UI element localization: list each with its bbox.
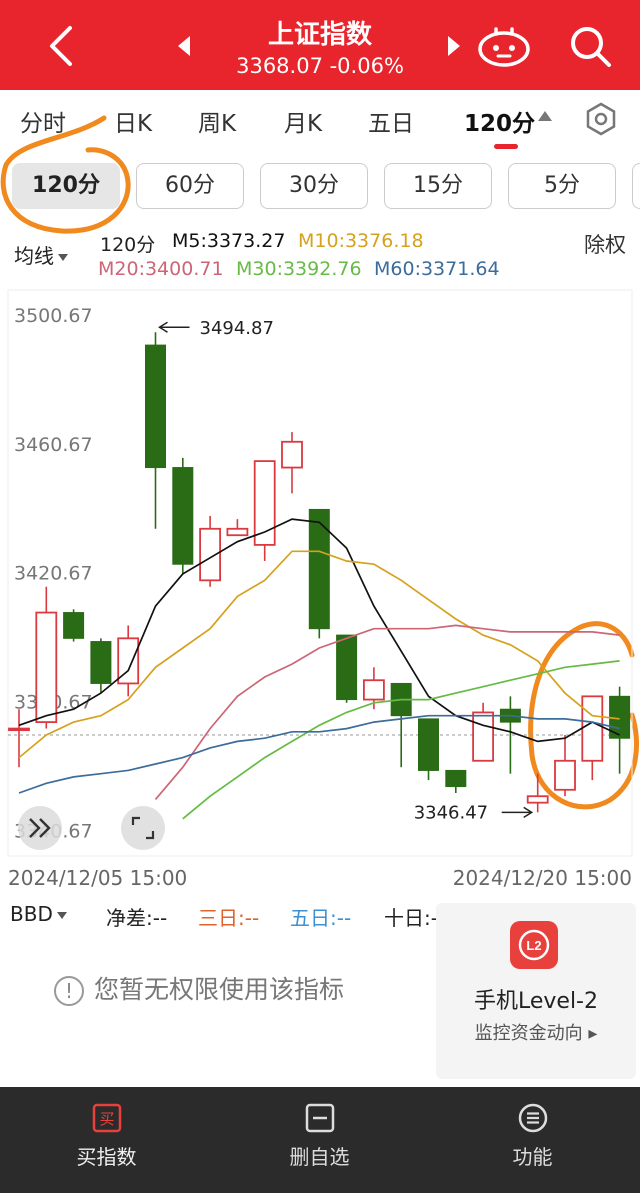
ma-line-m60 <box>18 714 620 794</box>
page-title: 上证指数 <box>267 20 372 50</box>
bbd-selector-button[interactable]: BBD <box>10 902 67 926</box>
info-icon: ! <box>54 976 84 1006</box>
candle-down <box>90 641 112 684</box>
level2-logo-icon: L2 <box>510 921 558 969</box>
y-tick-label: 3460.67 <box>14 434 93 456</box>
kline-chart[interactable]: 3500.673460.673420.673380.673340.673494.… <box>0 286 640 861</box>
candle-up <box>554 759 576 791</box>
ma-selector-button[interactable]: 均线 <box>14 240 68 269</box>
subperiod-more[interactable] <box>632 163 640 209</box>
candle-down <box>418 718 439 771</box>
legend-m30: M30:3392.76 <box>236 258 362 280</box>
menu-icon <box>518 1103 548 1133</box>
legend-m10: M10:3376.18 <box>298 230 424 252</box>
nav-functions[interactable]: 功能 <box>426 1087 639 1193</box>
nav-remove-watchlist-label: 删自选 <box>289 1145 350 1169</box>
tab-monthly-k[interactable]: 月K <box>284 104 322 138</box>
bbd-three-day: 三日:-- <box>198 906 260 930</box>
subperiod-15min[interactable]: 15分 <box>384 163 492 209</box>
bottom-nav: 买 买指数 删自选 功能 <box>0 1087 640 1193</box>
candle-down <box>445 769 467 788</box>
ex-rights-button[interactable]: 除权 <box>584 229 626 259</box>
svg-text:买: 买 <box>99 1110 114 1128</box>
subperiod-30min[interactable]: 30分 <box>260 163 368 209</box>
nav-buy-index[interactable]: 买 买指数 <box>0 1087 213 1193</box>
level2-promo-card[interactable]: L2 手机Level-2 监控资金动向 ▸ <box>436 903 636 1079</box>
legend-m60: M60:3371.64 <box>374 258 500 280</box>
subperiod-60min[interactable]: 60分 <box>136 163 244 209</box>
candle-down <box>145 344 166 469</box>
fullscreen-icon[interactable] <box>121 806 165 850</box>
candle-up <box>35 611 58 724</box>
candle-up <box>581 695 604 762</box>
search-icon[interactable] <box>566 22 614 70</box>
dropdown-icon <box>56 912 67 919</box>
remove-watchlist-icon <box>305 1103 335 1133</box>
legend-period: 120分 <box>100 234 156 256</box>
candle-down <box>336 634 358 701</box>
ma-line-m20 <box>154 624 620 800</box>
y-tick-label: 3420.67 <box>14 563 93 585</box>
x-axis-start-label: 2024/12/05 15:00 <box>8 866 188 890</box>
svg-text:L2: L2 <box>526 938 541 953</box>
buy-icon: 买 <box>92 1103 122 1133</box>
y-tick-label: 3500.67 <box>14 305 93 327</box>
tab-daily-k[interactable]: 日K <box>114 104 152 138</box>
settings-hexagon-icon[interactable] <box>584 102 618 136</box>
caret-up-icon[interactable] <box>538 111 552 121</box>
high-price-label: 3494.87 <box>200 318 274 339</box>
low-price-label: 3346.47 <box>414 802 488 823</box>
nav-buy-index-label: 买指数 <box>76 1145 137 1169</box>
candle-up <box>226 527 249 537</box>
app-header: 上证指数 3368.07 -0.06% <box>0 0 640 90</box>
level2-title: 手机Level-2 <box>473 989 598 1014</box>
level2-subtitle: 监控资金动向 ▸ <box>474 1023 598 1044</box>
period-tabs: 分时 日K 周K 月K 五日 120分 <box>0 90 640 152</box>
candle-down <box>308 508 330 630</box>
candle-up <box>8 727 30 732</box>
tab-120min[interactable]: 120分 <box>464 104 535 138</box>
candle-down <box>172 467 194 565</box>
x-axis-end-label: 2024/12/20 15:00 <box>452 866 632 890</box>
subperiod-5min[interactable]: 5分 <box>508 163 616 209</box>
index-price: 3368.07 -0.06% <box>236 54 404 78</box>
candle-down <box>63 612 85 639</box>
nav-remove-watchlist[interactable]: 删自选 <box>213 1087 426 1193</box>
no-permission-message: ! 您暂无权限使用该指标 <box>54 970 344 1006</box>
active-tab-indicator <box>494 144 518 149</box>
bbd-five-day: 五日:-- <box>290 906 352 930</box>
legend-m5: M5:3373.27 <box>172 230 286 252</box>
candle-up <box>526 795 549 804</box>
subperiod-120min[interactable]: 120分 <box>12 163 120 209</box>
dropdown-icon <box>58 254 68 261</box>
assistant-icon[interactable] <box>476 24 532 68</box>
tab-five-day[interactable]: 五日 <box>368 104 414 138</box>
next-stock-icon[interactable] <box>446 34 462 58</box>
candle-up <box>281 440 303 469</box>
tab-weekly-k[interactable]: 周K <box>198 104 236 138</box>
legend-m20: M20:3400.71 <box>98 258 224 280</box>
candle-up <box>362 679 385 701</box>
candle-up <box>472 711 495 762</box>
nav-functions-label: 功能 <box>512 1145 553 1169</box>
bbd-net: 净差:-- <box>106 906 168 930</box>
tab-intraday[interactable]: 分时 <box>20 104 66 138</box>
